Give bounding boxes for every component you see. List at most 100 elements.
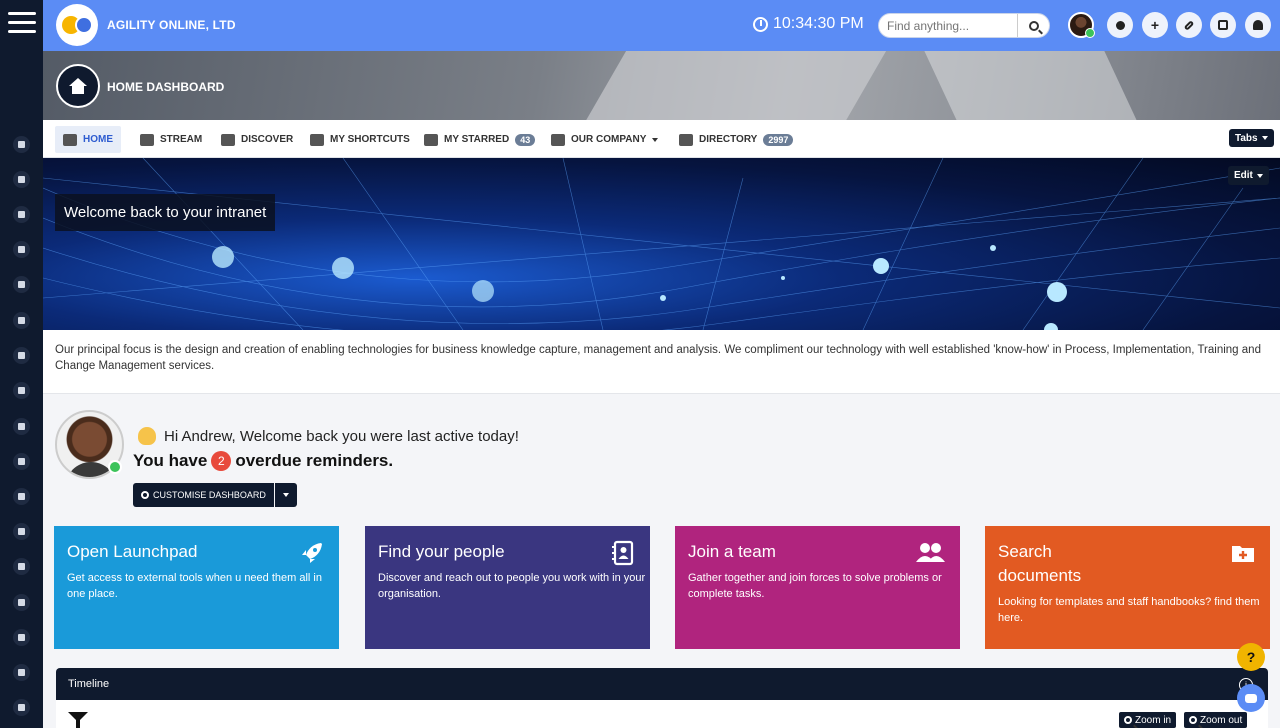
card-join-a-team[interactable]: Join a team Gather together and join for… — [675, 526, 960, 649]
reminders-summary: You have 2 overdue reminders. — [133, 451, 393, 471]
tab-directory[interactable]: DIRECTORY 2997 — [671, 126, 801, 153]
tab-bar: HOME STREAM DISCOVER MY SHORTCUTS MY STA… — [43, 120, 1280, 158]
question-icon: ? — [1246, 649, 1256, 665]
card-open-launchpad[interactable]: Open Launchpad Get access to external to… — [54, 526, 339, 649]
top-bar: AGILITY ONLINE, LTD 10:34:30 PM + — [43, 0, 1280, 51]
card-title: Open Launchpad — [67, 542, 198, 561]
links-button[interactable] — [1176, 12, 1202, 38]
tab-label: HOME — [83, 134, 113, 145]
user-avatar[interactable] — [1068, 12, 1095, 38]
add-button[interactable]: + — [1142, 12, 1168, 38]
left-rail — [0, 0, 43, 728]
stream-icon — [140, 133, 154, 146]
reminders-suffix: overdue reminders. — [235, 451, 394, 470]
tab-my-shortcuts[interactable]: MY SHORTCUTS — [302, 126, 418, 153]
rocket-icon — [302, 543, 322, 563]
card-icon[interactable] — [13, 276, 30, 293]
tab-label: OUR COMPANY — [571, 134, 647, 145]
clock: 10:34:30 PM — [753, 15, 864, 33]
home-icon[interactable] — [13, 136, 30, 153]
reminders-count-badge[interactable]: 2 — [211, 451, 232, 471]
search-icon — [221, 133, 235, 146]
clock-time: 10:34:30 PM — [773, 15, 864, 32]
zoom-in-button[interactable]: Zoom in — [1119, 712, 1177, 728]
chevron-down-icon — [652, 137, 659, 142]
tab-my-starred[interactable]: MY STARRED 43 — [416, 126, 543, 153]
company-name: AGILITY ONLINE, LTD — [107, 18, 236, 32]
card-title: Find your people — [378, 542, 505, 561]
tab-stream[interactable]: STREAM — [132, 126, 210, 153]
tabs-button-label: Tabs — [1235, 132, 1258, 144]
pin-icon[interactable] — [13, 594, 30, 611]
network-graphic — [43, 158, 1280, 330]
chat-button[interactable] — [1237, 684, 1265, 712]
user-icon — [1115, 20, 1125, 30]
card-title: Join a team — [688, 542, 776, 561]
hand-pointer-icon — [310, 133, 324, 146]
clock-icon — [753, 16, 768, 32]
customise-dashboard-main[interactable]: CUSTOMISE DASHBOARD — [133, 483, 274, 507]
home-icon — [63, 133, 77, 146]
chat-icon[interactable] — [13, 488, 30, 505]
page-header: HOME DASHBOARD — [43, 51, 1280, 120]
zoom-out-label: Zoom out — [1200, 714, 1243, 726]
tags-icon[interactable] — [13, 241, 30, 258]
hero-banner: Welcome back to your intranet Edit — [43, 158, 1280, 330]
card-search-documents[interactable]: Search documents Looking for templates a… — [985, 526, 1270, 649]
customise-dropdown-toggle[interactable] — [274, 483, 297, 507]
chevron-down-icon — [282, 493, 289, 497]
tab-label: DIRECTORY — [699, 134, 758, 145]
home-icon[interactable] — [56, 64, 100, 108]
search-icon — [1028, 20, 1039, 31]
zoom-in-label: Zoom in — [1135, 714, 1172, 726]
tab-label: STREAM — [160, 134, 203, 145]
profile-button[interactable] — [1107, 12, 1133, 38]
square-icon[interactable] — [13, 312, 30, 329]
plus-icon: + — [1150, 17, 1160, 33]
search-box — [878, 13, 1050, 38]
company-description: Our principal focus is the design and cr… — [43, 330, 1280, 394]
online-status-icon — [108, 460, 122, 474]
users-icon — [916, 543, 945, 562]
star-icon — [424, 133, 438, 146]
pages-icon[interactable] — [13, 699, 30, 716]
building-icon — [551, 133, 565, 146]
people-icon[interactable] — [13, 171, 30, 188]
address-book-icon — [679, 133, 693, 146]
page-title: HOME DASHBOARD — [107, 80, 225, 94]
card-find-your-people[interactable]: Find your people Discover and reach out … — [365, 526, 650, 649]
rocket-icon[interactable] — [13, 382, 30, 399]
help-button[interactable]: ? — [1237, 643, 1265, 671]
menu-icon[interactable] — [8, 12, 36, 36]
customise-dashboard-button[interactable]: CUSTOMISE DASHBOARD — [133, 483, 297, 507]
timeline-title: Timeline — [68, 678, 110, 690]
folder-icon[interactable] — [13, 347, 30, 364]
search-input[interactable] — [879, 14, 1017, 37]
search-icon[interactable] — [13, 418, 30, 435]
card-text: Discover and reach out to people you wor… — [378, 572, 646, 600]
address-book-icon — [612, 540, 634, 566]
chat-bubble-icon — [1245, 693, 1257, 703]
card-text: Gather together and join forces to solve… — [688, 572, 942, 600]
notifications-button[interactable] — [1245, 12, 1271, 38]
team-icon[interactable] — [13, 453, 30, 470]
tab-discover[interactable]: DISCOVER — [213, 126, 301, 153]
edit-button[interactable]: Edit — [1228, 166, 1269, 185]
company-logo[interactable] — [56, 4, 98, 46]
filter-icon[interactable] — [68, 712, 88, 728]
tab-home[interactable]: HOME — [55, 126, 121, 153]
search-button[interactable] — [1017, 14, 1049, 37]
list-icon[interactable] — [13, 664, 30, 681]
zoom-out-button[interactable]: Zoom out — [1184, 712, 1248, 728]
tab-label: DISCOVER — [241, 134, 294, 145]
tabs-button[interactable]: Tabs — [1229, 129, 1274, 147]
greeting-text: Hi Andrew, Welcome back you were last ac… — [164, 427, 519, 445]
calendar-icon[interactable] — [13, 523, 30, 540]
calendar-button[interactable] — [1210, 12, 1236, 38]
support-icon[interactable] — [13, 206, 30, 223]
stopwatch-icon[interactable] — [13, 629, 30, 646]
greeting: Hi Andrew, Welcome back you were last ac… — [138, 427, 519, 445]
tab-our-company[interactable]: OUR COMPANY — [543, 126, 666, 153]
zoom-out-icon — [1189, 716, 1197, 724]
inbox-icon[interactable] — [13, 558, 30, 575]
